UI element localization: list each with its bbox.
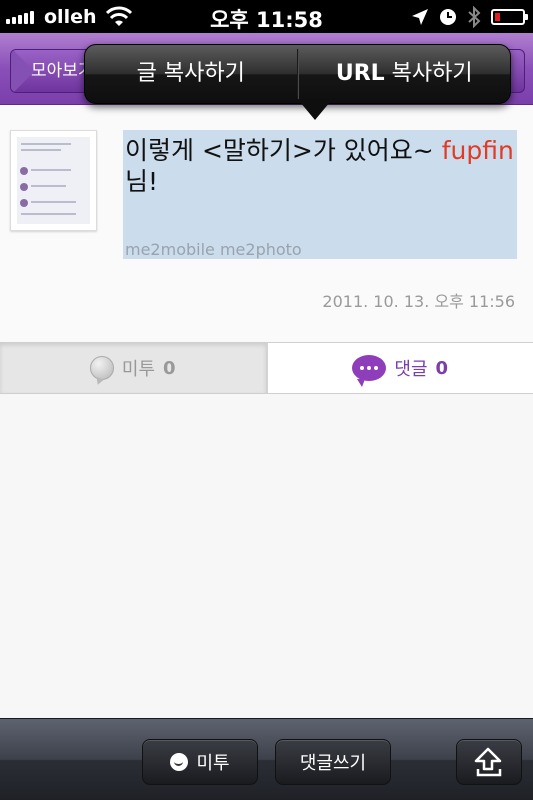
selected-post-text[interactable]: 이렇게 <말하기>가 있어요~ fupfin 님! me2mobile me2p… [123,130,517,259]
tab-comments[interactable]: 댓글 0 [267,343,533,393]
comment-bubble-icon [352,355,387,387]
bluetooth-icon [468,6,481,28]
alarm-clock-icon [440,9,456,25]
popup-arrow [300,102,330,120]
tab-me2-count: 0 [163,357,176,379]
copy-url-bold-label: URL [335,61,385,86]
post-body: 이렇게 <말하기>가 있어요~ fupfin 님! [125,135,517,197]
copy-popup-menu: 글 복사하기 URL 복사하기 [84,44,511,104]
share-button[interactable] [456,739,522,785]
reaction-tabs: 미투 0 댓글 0 [0,342,533,394]
copy-url-menu-item[interactable]: URL 복사하기 [299,45,511,103]
copy-url-label: 복사하기 [384,61,473,86]
comments-list-empty [0,394,533,718]
me2-button[interactable]: 미투 [142,739,258,785]
battery-icon [491,9,528,25]
me2-bubble-icon [89,356,114,380]
tab-me2-label: 미투 [121,359,156,380]
post-text-start: 이렇게 <말하기>가 있어요~ [125,136,442,165]
post-source: me2mobile me2photo [125,240,302,259]
post-date: 2011. 10. 13. 오후 11:56 [322,292,515,311]
write-comment-label: 댓글쓰기 [299,753,367,774]
me2-button-label: 미투 [196,753,230,774]
me2-smile-icon [170,753,189,771]
photo-thumbnail[interactable] [10,130,97,231]
tab-comments-count: 0 [435,357,449,379]
share-arrow-icon [474,747,502,777]
status-bar: olleh 오후 11:58 [0,0,533,33]
location-arrow-icon [412,9,428,25]
post-text-end: 님! [125,167,159,196]
tab-me2[interactable]: 미투 0 [0,343,268,393]
mention-link[interactable]: fupfin [442,136,514,165]
post-detail: 이렇게 <말하기>가 있어요~ fupfin 님! me2mobile me2p… [0,106,533,342]
tab-comments-label: 댓글 [394,359,428,380]
copy-text-menu-item[interactable]: 글 복사하기 [85,45,297,103]
bottom-toolbar: 미투 댓글쓰기 [0,718,533,800]
write-comment-button[interactable]: 댓글쓰기 [275,739,391,785]
